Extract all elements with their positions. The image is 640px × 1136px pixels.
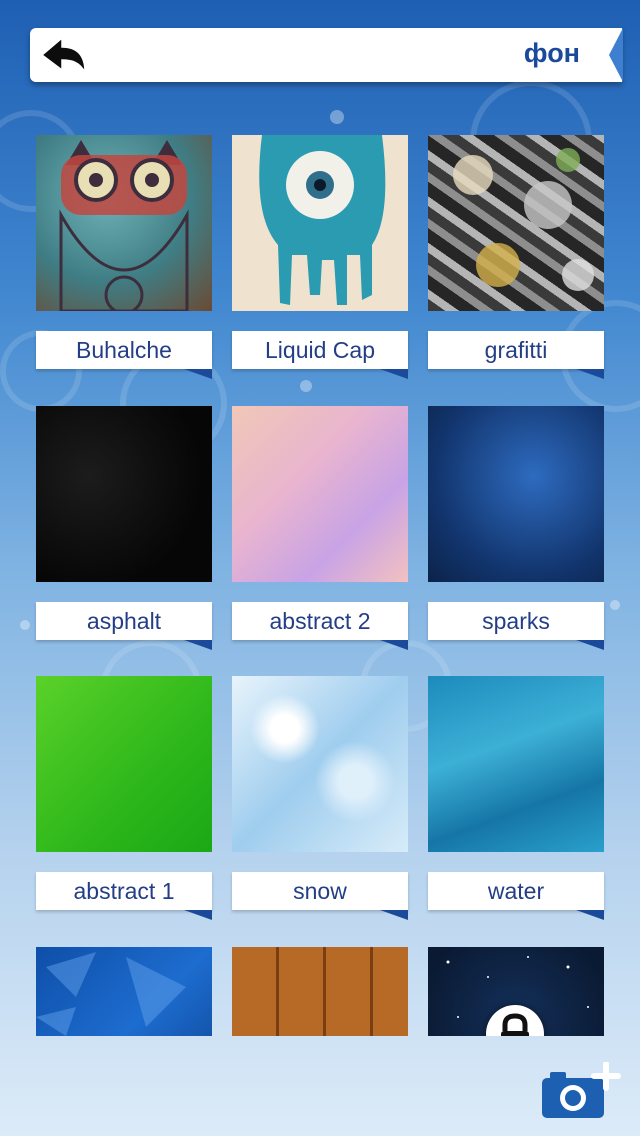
tile-label: snow xyxy=(232,872,408,920)
wood-thumbnail xyxy=(232,947,408,1036)
background-tile-asphalt[interactable]: asphalt xyxy=(36,406,212,650)
abstract-2-thumbnail xyxy=(232,406,408,582)
lock-icon xyxy=(486,1005,544,1036)
background-tile-wood[interactable] xyxy=(232,947,408,1036)
snow-thumbnail xyxy=(232,676,408,852)
liquid-cap-thumbnail xyxy=(232,135,408,311)
sparks-thumbnail xyxy=(428,406,604,582)
stars-thumbnail xyxy=(428,947,604,1036)
grafitti-thumbnail xyxy=(428,135,604,311)
camera-plus-icon xyxy=(542,1061,621,1118)
background-tile-buhalche[interactable]: Buhalche xyxy=(36,135,212,379)
asphalt-thumbnail xyxy=(36,406,212,582)
tile-label: abstract 1 xyxy=(36,872,212,920)
buhalche-thumbnail xyxy=(36,135,212,311)
background-tile-stars-locked[interactable] xyxy=(428,947,604,1036)
background-grid: Buhalche Liquid Cap grafitti asphalt abs… xyxy=(0,0,640,1036)
tile-label: water xyxy=(428,872,604,920)
tile-label: Liquid Cap xyxy=(232,331,408,379)
background-tile-blue-pattern[interactable] xyxy=(36,947,212,1036)
background-tile-snow[interactable]: snow xyxy=(232,676,408,920)
background-tile-abstract-1[interactable]: abstract 1 xyxy=(36,676,212,920)
tile-label: Buhalche xyxy=(36,331,212,379)
background-tile-sparks[interactable]: sparks xyxy=(428,406,604,650)
background-tile-grafitti[interactable]: grafitti xyxy=(428,135,604,379)
tile-label: sparks xyxy=(428,602,604,650)
tile-label: abstract 2 xyxy=(232,602,408,650)
background-tile-water[interactable]: water xyxy=(428,676,604,920)
add-photo-button[interactable] xyxy=(540,1061,624,1122)
tile-label: grafitti xyxy=(428,331,604,379)
background-tile-abstract-2[interactable]: abstract 2 xyxy=(232,406,408,650)
water-thumbnail xyxy=(428,676,604,852)
blue-pattern-thumbnail xyxy=(36,947,212,1036)
background-tile-liquid-cap[interactable]: Liquid Cap xyxy=(232,135,408,379)
tile-label: asphalt xyxy=(36,602,212,650)
abstract-1-thumbnail xyxy=(36,676,212,852)
